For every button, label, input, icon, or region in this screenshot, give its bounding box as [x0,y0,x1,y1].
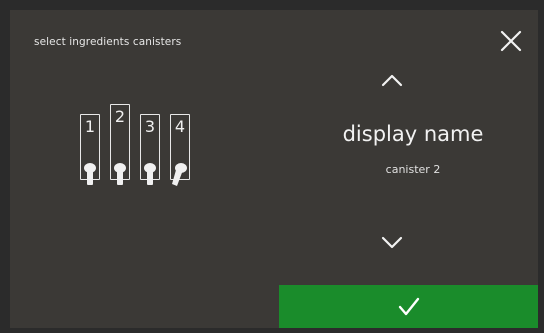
canister-number: 1 [84,117,96,136]
canister-4[interactable]: 4 [170,114,190,180]
scroll-up-button[interactable] [372,68,412,92]
canister-2[interactable]: 2 [110,104,130,180]
display-name: display name [342,122,484,146]
scroll-down-button[interactable] [372,230,412,254]
canister-number: 2 [114,107,126,126]
canister-number: 3 [144,117,156,136]
close-icon [500,30,522,52]
canister-label: canister 2 [385,163,441,176]
checkmark-icon [398,297,420,316]
screen-title: select ingredients canisters [34,36,182,48]
close-button[interactable] [494,24,528,58]
canister-3[interactable]: 3 [140,114,160,180]
ingredient-canister-screen: select ingredients canisters 1 2 3 4 dis… [10,10,538,328]
chevron-up-icon [381,74,403,87]
canister-number: 4 [174,117,186,136]
confirm-button[interactable] [279,285,538,328]
canister-1[interactable]: 1 [80,114,100,180]
chevron-down-icon [381,236,403,249]
canister-diagram: 1 2 3 4 [80,98,210,208]
